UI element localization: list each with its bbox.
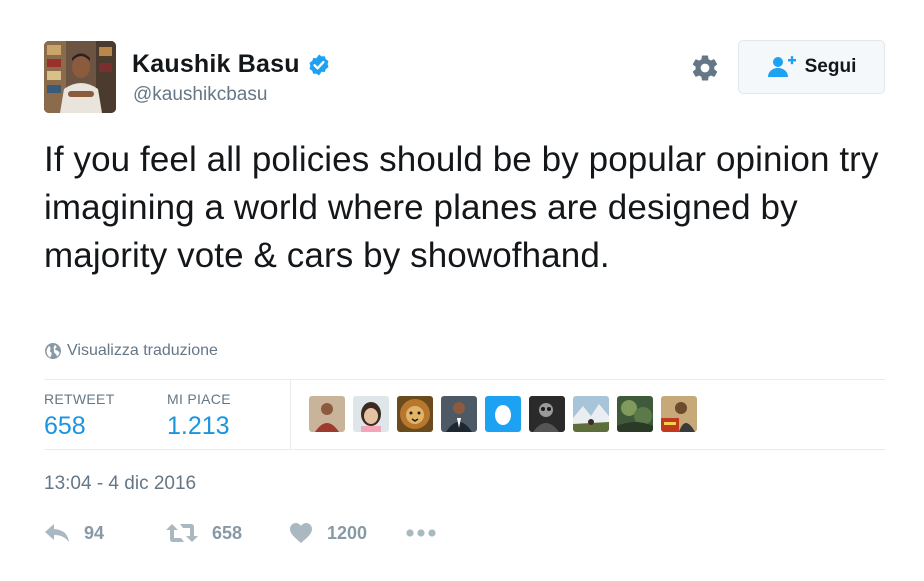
- liker-avatar[interactable]: [309, 396, 345, 432]
- follow-button[interactable]: Segui: [738, 40, 885, 94]
- tweet-text: If you feel all policies should be by po…: [44, 140, 879, 275]
- author-photo: [44, 41, 116, 113]
- like-stat-value: 1.213: [167, 412, 230, 440]
- author-name-row[interactable]: Kaushik Basu: [132, 50, 331, 79]
- liker-avatar[interactable]: [397, 396, 433, 432]
- reply-icon: [45, 524, 69, 542]
- liker-avatar[interactable]: [529, 396, 565, 432]
- reply-count: 94: [84, 522, 105, 543]
- like-stat[interactable]: MI PIACE 1.213: [167, 391, 231, 441]
- retweet-count: 658: [212, 522, 243, 543]
- verified-badge-icon: [309, 54, 329, 75]
- stats-vertical-divider: [290, 379, 291, 449]
- author-name[interactable]: Kaushik Basu: [132, 50, 300, 79]
- like-count: 1200: [327, 522, 368, 543]
- retweet-stat-value: 658: [44, 412, 86, 440]
- liker-avatar[interactable]: [617, 396, 653, 432]
- retweet-stat-label: RETWEET: [44, 391, 115, 407]
- liker-avatar[interactable]: [485, 396, 521, 432]
- author-handle[interactable]: @kaushikcbasu: [133, 84, 267, 106]
- author-avatar[interactable]: [44, 41, 116, 113]
- globe-icon: [45, 343, 61, 359]
- translate-label: Visualizza traduzione: [67, 342, 218, 359]
- more-dots-icon: [406, 529, 436, 537]
- liker-avatar[interactable]: [661, 396, 697, 432]
- more-button[interactable]: [406, 518, 436, 548]
- heart-icon: [290, 523, 312, 543]
- liker-avatar[interactable]: [441, 396, 477, 432]
- like-stat-label: MI PIACE: [167, 391, 231, 407]
- reply-button[interactable]: 94: [44, 518, 104, 548]
- retweet-button[interactable]: 658: [166, 518, 242, 548]
- liker-avatar[interactable]: [353, 396, 389, 432]
- retweet-icon: [166, 524, 198, 542]
- stats-top-divider: [44, 379, 885, 380]
- translate-link[interactable]: Visualizza traduzione: [44, 342, 218, 360]
- like-button[interactable]: 1200: [289, 518, 367, 548]
- liker-avatar[interactable]: [573, 396, 609, 432]
- liker-avatars: [309, 396, 697, 432]
- tweet-timestamp[interactable]: 13:04 - 4 dic 2016: [44, 473, 196, 495]
- gear-icon[interactable]: [690, 53, 720, 83]
- follow-button-label: Segui: [804, 56, 857, 77]
- add-user-icon: [767, 56, 796, 77]
- stats-bottom-divider: [44, 449, 885, 450]
- retweet-stat[interactable]: RETWEET 658: [44, 391, 115, 441]
